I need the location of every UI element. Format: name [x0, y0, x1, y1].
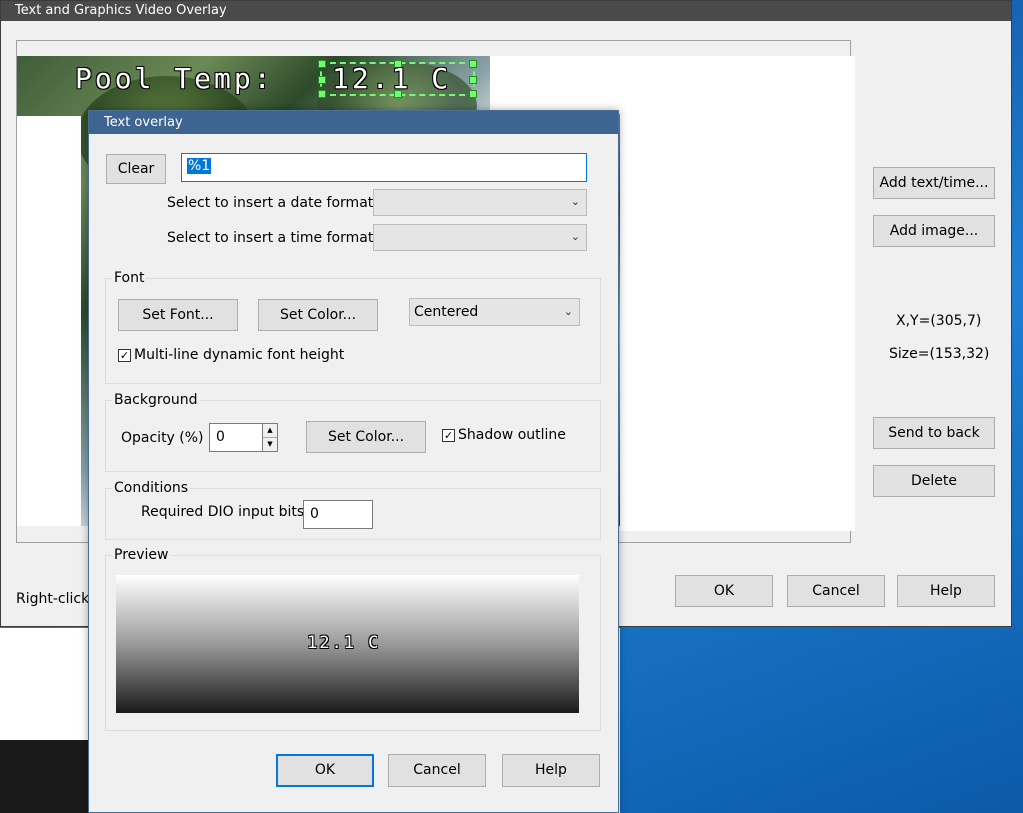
main-help-button[interactable]: Help	[897, 575, 995, 607]
time-format-select[interactable]: ⌄	[373, 224, 587, 251]
shadow-outline-checkbox[interactable]: ✓	[442, 429, 455, 442]
checkmark-icon: ✓	[119, 349, 130, 362]
resize-handle[interactable]	[469, 60, 477, 68]
window-title: Text and Graphics Video Overlay	[1, 1, 1011, 21]
dio-input-field[interactable]: 0	[303, 500, 373, 529]
set-background-color-button[interactable]: Set Color...	[306, 421, 426, 453]
dio-input-label: Required DIO input bits	[141, 504, 305, 520]
time-format-label: Select to insert a time format:	[167, 230, 379, 246]
main-ok-button[interactable]: OK	[675, 575, 773, 607]
delete-button[interactable]: Delete	[873, 465, 995, 497]
clear-button[interactable]: Clear	[106, 154, 166, 184]
arrow-up-icon[interactable]: ▲	[263, 424, 277, 438]
chevron-down-icon: ⌄	[570, 195, 580, 208]
set-font-button[interactable]: Set Font...	[118, 299, 238, 331]
arrow-down-icon[interactable]: ▼	[263, 438, 277, 451]
overlay-temperature-value[interactable]: 12.1 C	[332, 62, 451, 95]
add-text-button[interactable]: Add text/time...	[873, 167, 995, 199]
font-group	[105, 278, 601, 384]
date-format-label: Select to insert a date format:	[167, 195, 378, 211]
preview-group-label: Preview	[112, 547, 171, 563]
chevron-down-icon: ⌄	[563, 305, 573, 318]
opacity-label: Opacity (%)	[121, 430, 204, 446]
dialog-cancel-button[interactable]: Cancel	[388, 754, 486, 787]
alignment-select[interactable]: Centered ⌄	[409, 298, 580, 326]
conditions-group-label: Conditions	[112, 480, 191, 496]
position-readout: X,Y=(305,7)	[896, 313, 982, 329]
resize-handle[interactable]	[469, 90, 477, 98]
shadow-outline-label: Shadow outline	[458, 427, 566, 443]
resize-handle[interactable]	[318, 76, 326, 84]
overlay-text-label[interactable]: Pool Temp:	[75, 62, 274, 95]
multiline-label: Multi-line dynamic font height	[134, 347, 345, 363]
resize-handle[interactable]	[318, 60, 326, 68]
overlay-text-input[interactable]: %1	[181, 153, 587, 182]
dialog-ok-button[interactable]: OK	[276, 754, 374, 787]
opacity-spinner[interactable]: ▲ ▼	[262, 423, 278, 452]
checkmark-icon: ✓	[443, 429, 454, 442]
dialog-help-button[interactable]: Help	[502, 754, 600, 787]
canvas-blank-area	[620, 56, 855, 531]
send-to-back-button[interactable]: Send to back	[873, 417, 995, 449]
selected-text: %1	[187, 158, 212, 174]
set-font-color-button[interactable]: Set Color...	[258, 299, 378, 331]
resize-handle[interactable]	[318, 90, 326, 98]
canvas-blank-area	[17, 116, 81, 526]
desktop-dark-area	[0, 740, 88, 813]
font-group-label: Font	[112, 270, 147, 286]
multiline-checkbox[interactable]: ✓	[118, 349, 131, 362]
opacity-input[interactable]: 0	[209, 423, 263, 452]
background-group-label: Background	[112, 392, 200, 408]
canvas-blank-area	[490, 56, 620, 114]
add-image-button[interactable]: Add image...	[873, 215, 995, 247]
hint-text: Right-click	[16, 591, 90, 607]
resize-handle[interactable]	[469, 76, 477, 84]
size-readout: Size=(153,32)	[889, 346, 990, 362]
date-format-select[interactable]: ⌄	[373, 189, 587, 216]
alignment-value: Centered	[414, 304, 479, 320]
chevron-down-icon: ⌄	[570, 230, 580, 243]
preview-text: 12.1 C	[307, 633, 381, 653]
main-cancel-button[interactable]: Cancel	[787, 575, 885, 607]
dialog-title: Text overlay	[89, 111, 618, 134]
